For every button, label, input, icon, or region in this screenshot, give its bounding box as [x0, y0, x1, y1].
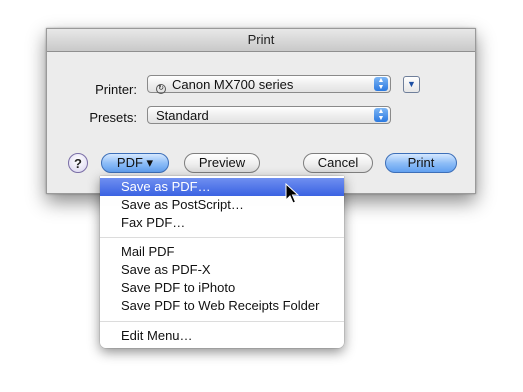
menu-item-mail-pdf[interactable]: Mail PDF: [100, 243, 344, 261]
printer-popup[interactable]: ↻ Canon MX700 series ▲ ▼: [147, 75, 391, 94]
presets-value: Standard: [156, 108, 209, 123]
printer-value: Canon MX700 series: [172, 77, 294, 92]
menu-item-save-pdf-to-iphoto[interactable]: Save PDF to iPhoto: [100, 279, 344, 297]
menu-item-save-as-pdf-x[interactable]: Save as PDF-X: [100, 261, 344, 279]
presets-popup[interactable]: Standard ▲ ▼: [147, 106, 391, 124]
printer-status-icon: ↻: [156, 84, 166, 94]
up-down-arrows-icon: ▲ ▼: [374, 108, 388, 122]
printer-label: Printer:: [95, 82, 137, 97]
pdf-button[interactable]: PDF ▾: [101, 153, 169, 173]
help-button[interactable]: ?: [68, 153, 88, 173]
menu-separator: [100, 321, 344, 322]
pdf-menu: Save as PDF… Save as PostScript… Fax PDF…: [100, 176, 344, 348]
presets-label: Presets:: [89, 110, 137, 125]
print-dialog: Print Printer: ↻ Canon MX700 series ▲ ▼ ▼ …: [46, 28, 476, 194]
print-button[interactable]: Print: [385, 153, 457, 173]
dialog-title: Print: [47, 29, 475, 52]
mouse-pointer-icon: [285, 183, 299, 204]
cancel-button[interactable]: Cancel: [303, 153, 373, 173]
preview-button[interactable]: Preview: [184, 153, 260, 173]
menu-separator: [100, 237, 344, 238]
menu-item-save-pdf-to-web-receipts[interactable]: Save PDF to Web Receipts Folder: [100, 297, 344, 315]
menu-item-save-as-pdf[interactable]: Save as PDF…: [100, 178, 344, 196]
menu-item-edit-menu[interactable]: Edit Menu…: [100, 327, 344, 345]
menu-item-save-as-postscript[interactable]: Save as PostScript…: [100, 196, 344, 214]
disclosure-triangle-icon[interactable]: ▼: [403, 76, 420, 93]
menu-item-fax-pdf[interactable]: Fax PDF…: [100, 214, 344, 232]
up-down-arrows-icon: ▲ ▼: [374, 77, 388, 91]
